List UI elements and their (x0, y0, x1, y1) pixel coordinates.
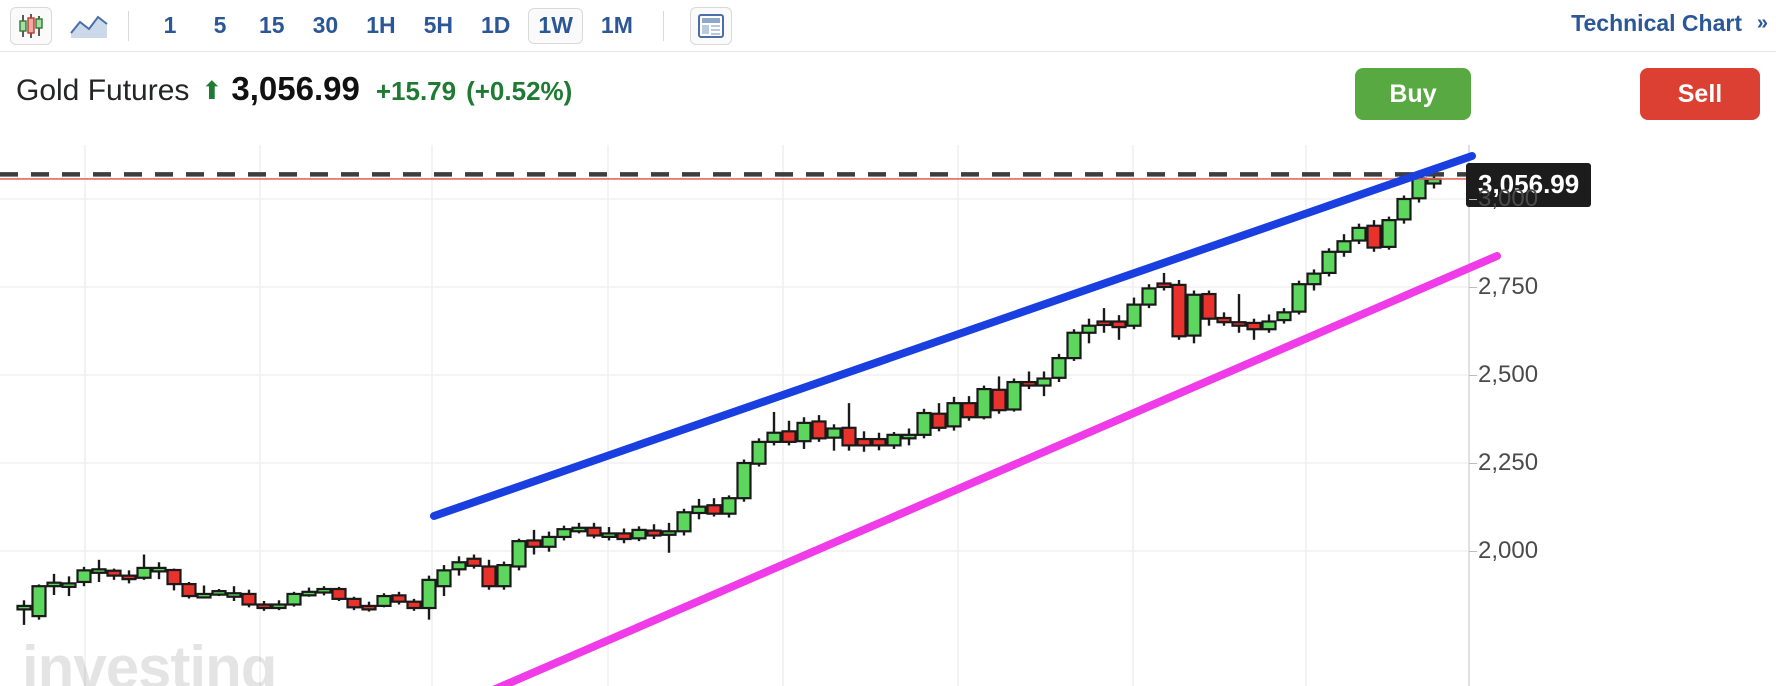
sell-button[interactable]: Sell (1640, 68, 1760, 120)
technical-chart-page: 1 5 15 30 1H 5H 1D 1W 1M Technical Chart » Gold … (0, 0, 1776, 686)
buy-button[interactable]: Buy (1355, 68, 1471, 120)
instrument-name: Gold Futures (16, 74, 190, 107)
change-absolute: +15.79 (375, 76, 457, 106)
timeframe-5h[interactable]: 5H (414, 8, 463, 44)
timeframe-1h[interactable]: 1H (356, 8, 405, 44)
timeframe-1w[interactable]: 1W (528, 7, 583, 44)
timeframe-30[interactable]: 30 (303, 8, 349, 44)
y-axis-label: 2,500 (1478, 361, 1539, 388)
candlestick-glyph (19, 13, 43, 38)
change-percent: (+0.52%) (466, 76, 573, 106)
timeframe-1[interactable]: 1 (149, 8, 191, 44)
candlestick-chart-icon[interactable] (10, 6, 52, 45)
timeframe-5[interactable]: 5 (199, 8, 241, 44)
quote-summary: Gold Futures ⬆ 3,056.99 +15.79 (+0.52%) (16, 70, 572, 108)
news-panel-icon[interactable] (689, 6, 732, 45)
y-axis-tick (1469, 287, 1477, 288)
quote-header: Gold Futures ⬆ 3,056.99 +15.79 (+0.52%) … (0, 52, 1776, 136)
line-chart-glyph (70, 15, 108, 38)
y-axis-label: 2,750 (1478, 273, 1539, 300)
price-up-arrow-icon: ⬆ (201, 77, 223, 105)
timeframe-15[interactable]: 15 (249, 8, 295, 44)
chevron-double-right-icon[interactable]: » (1757, 12, 1768, 35)
toolbar-divider-2 (662, 10, 664, 41)
last-price: 3,056.99 (231, 70, 360, 107)
trendline-layer (0, 152, 1501, 686)
price-chart[interactable]: investing 3,056.99 3,000 2,750 2,500 2,250 2… (0, 145, 1776, 686)
y-axis-tick (1469, 199, 1477, 200)
timeframe-1d[interactable]: 1D (471, 8, 520, 44)
y-axis-tick (1469, 551, 1477, 552)
price-axis[interactable]: 3,056.99 3,000 2,750 2,500 2,250 2,000 (1466, 145, 1776, 686)
y-axis-label: 3,000 (1478, 185, 1539, 212)
technical-chart-link[interactable]: Technical Chart (1571, 10, 1742, 37)
y-axis-label: 2,000 (1478, 537, 1539, 564)
news-panel-glyph (697, 13, 724, 38)
timeframe-group: 1 5 15 30 1H 5H 1D 1W 1M (145, 7, 647, 44)
y-axis-label: 2,250 (1478, 449, 1539, 476)
timeframe-1m[interactable]: 1M (591, 8, 643, 44)
lower-trendline (492, 252, 1501, 686)
toolbar-divider-1 (128, 10, 129, 41)
chart-toolbar: 1 5 15 30 1H 5H 1D 1W 1M Technical Chart » (0, 0, 1776, 52)
line-chart-icon[interactable] (66, 7, 112, 45)
y-axis-tick (1469, 463, 1477, 464)
y-axis-tick (1469, 375, 1477, 376)
